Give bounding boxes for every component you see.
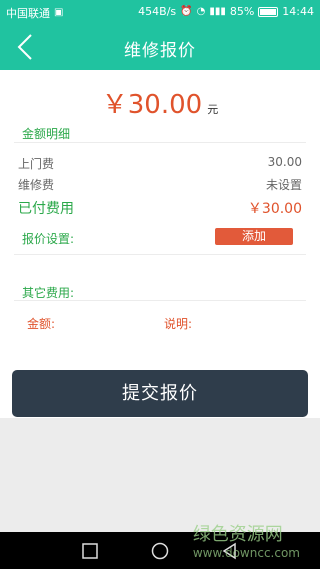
- fee-value: 未设置: [265, 178, 302, 192]
- wifi-icon: ◔: [196, 5, 206, 17]
- divider: [14, 254, 306, 255]
- app-header: 维修报价: [0, 24, 320, 70]
- divider: [14, 300, 306, 301]
- amount-field-label[interactable]: 金额:: [27, 315, 55, 332]
- fee-value: ￥30.00: [247, 201, 302, 217]
- total-amount-value: ￥30.00: [101, 90, 203, 120]
- recent-apps-icon[interactable]: [80, 541, 100, 561]
- fee-row-visit: 上门费 30.00: [18, 155, 302, 172]
- status-left: 中国联通 ▣: [6, 5, 63, 21]
- total-amount-unit: 元: [207, 103, 219, 116]
- bottom-area: [0, 418, 320, 532]
- note-field-label[interactable]: 说明:: [164, 315, 192, 332]
- fee-label: 已付费用: [18, 201, 74, 217]
- status-right: 454B/s ⏰ ◔ ▮▮▮ 85% 14:44: [138, 5, 314, 18]
- total-amount: ￥30.00 元: [0, 84, 320, 121]
- quote-settings-label: 报价设置:: [22, 232, 75, 246]
- watermark-site: www.downcc.com: [192, 546, 300, 560]
- signal-icon: ▮▮▮: [209, 5, 226, 17]
- submit-quote-button[interactable]: 提交报价: [12, 370, 308, 417]
- divider: [14, 142, 306, 143]
- add-quote-button[interactable]: 添加: [215, 228, 293, 245]
- battery-percent: 85%: [229, 5, 255, 18]
- fee-label: 维修费: [18, 178, 55, 192]
- fee-label: 上门费: [18, 157, 55, 171]
- battery-icon: [258, 6, 279, 17]
- page-title: 维修报价: [124, 41, 196, 61]
- clock: 14:44: [282, 5, 314, 18]
- fee-value: 30.00: [267, 155, 302, 169]
- other-fees-title: 其它费用:: [22, 286, 75, 300]
- fee-row-repair: 维修费 未设置: [18, 176, 302, 193]
- carrier-label: 中国联通: [6, 7, 50, 20]
- network-speed: 454B/s: [138, 5, 177, 18]
- fee-row-paid: 已付费用 ￥30.00: [18, 198, 302, 218]
- status-bar: 中国联通 ▣ 454B/s ⏰ ◔ ▮▮▮ 85% 14:44: [0, 0, 320, 24]
- breakdown-title: 金额明细: [22, 127, 71, 141]
- watermark: 绿色资源网 www.downcc.com: [193, 520, 300, 560]
- watermark-text: 绿色资源网: [192, 524, 283, 545]
- image-icon: ▣: [54, 7, 64, 18]
- home-icon[interactable]: [150, 541, 170, 561]
- alarm-icon: ⏰: [180, 5, 193, 17]
